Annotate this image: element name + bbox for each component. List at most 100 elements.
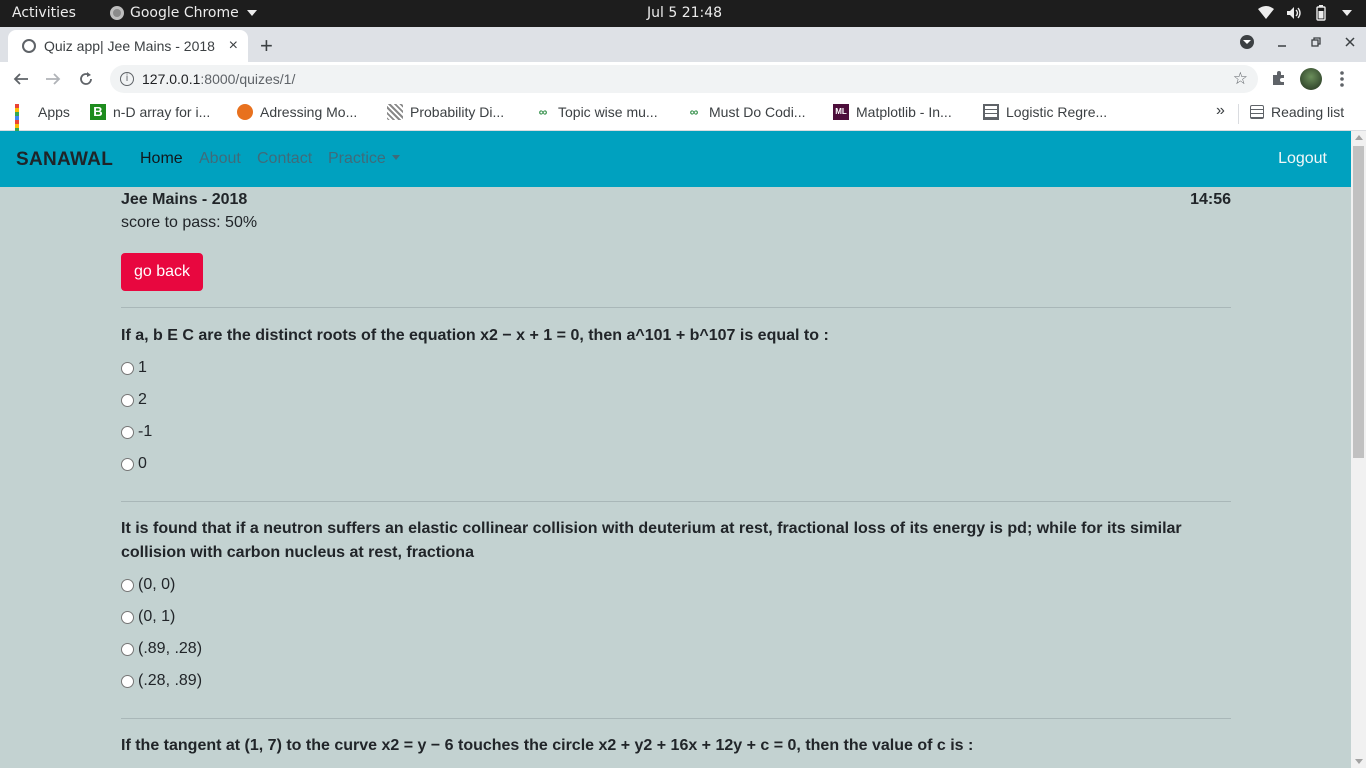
bookmark-star-icon[interactable]: ☆ (1233, 69, 1248, 89)
scroll-up-icon[interactable] (1355, 135, 1363, 140)
bookmark-logistic[interactable]: Logistic Regre... (983, 104, 1107, 120)
tab-title: Quiz app| Jee Mains - 2018 (44, 38, 215, 54)
nav-practice-dropdown[interactable]: Practice (328, 150, 400, 168)
bookmark-label: Adressing Mo... (260, 104, 358, 120)
quiz-header: Jee Mains - 2018 14:56 (121, 189, 1231, 213)
radio-button[interactable] (121, 425, 134, 439)
tab-search-icon[interactable] (1240, 35, 1254, 49)
radio-button[interactable] (121, 674, 134, 688)
url-host: 127.0.0.1 (142, 71, 201, 87)
question-block: If the tangent at (1, 7) to the curve x2… (121, 734, 1231, 758)
b-site-icon: B (90, 104, 106, 120)
reload-icon[interactable] (78, 71, 94, 87)
reading-list-icon (1250, 105, 1264, 119)
browser-toolbar: i 127.0.0.1:8000/quizes/1/ ☆ (0, 62, 1366, 96)
answer-option[interactable]: 2 (121, 384, 1231, 416)
option-label: 1 (138, 359, 147, 376)
gfg-icon: ∞ (689, 105, 699, 119)
bookmark-adressing[interactable]: Adressing Mo... (237, 104, 357, 120)
nav-contact[interactable]: Contact (257, 150, 312, 168)
reading-list-button[interactable]: Reading list (1250, 104, 1344, 120)
divider (121, 501, 1231, 502)
activities-button[interactable]: Activities (12, 5, 76, 21)
quiz-title: Jee Mains - 2018 (121, 191, 248, 208)
answer-option[interactable]: (.89, .28) (121, 633, 1231, 665)
question-text: If a, b E C are the distinct roots of th… (121, 327, 829, 344)
nav-about[interactable]: About (199, 150, 241, 168)
forward-arrow-icon[interactable] (45, 71, 61, 87)
answer-option[interactable]: 0 (121, 448, 1231, 480)
pass-score: score to pass: 50% (121, 214, 258, 231)
bookmark-matplotlib[interactable]: ML Matplotlib - In... (833, 104, 952, 120)
chevron-down-icon (1342, 10, 1352, 16)
option-label: -1 (138, 423, 153, 440)
battery-icon (1316, 5, 1326, 21)
answer-option[interactable]: -1 (121, 416, 1231, 448)
radio-button[interactable] (121, 457, 134, 471)
radio-button[interactable] (121, 578, 134, 592)
logistic-site-icon (983, 104, 999, 120)
site-info-icon[interactable]: i (120, 72, 134, 86)
restore-icon[interactable] (1310, 36, 1322, 48)
bookmarks-overflow-icon[interactable]: » (1216, 102, 1225, 120)
bookmark-label: Apps (38, 104, 70, 120)
bookmark-nd-array[interactable]: B n-D array for i... (90, 104, 210, 120)
bookmark-topic-wise[interactable]: ∞ Topic wise mu... (535, 104, 658, 120)
option-label: (.89, .28) (138, 640, 203, 657)
tab-strip: Quiz app| Jee Mains - 2018 × + (0, 27, 1366, 62)
answer-option[interactable]: (0, 1) (121, 601, 1231, 633)
system-menu[interactable] (1258, 5, 1352, 21)
globe-icon (22, 39, 36, 53)
new-tab-button[interactable]: + (260, 33, 273, 59)
go-back-button[interactable]: go back (121, 253, 203, 291)
bookmark-label: Logistic Regre... (1006, 104, 1108, 120)
extensions-puzzle-icon[interactable] (1271, 70, 1287, 86)
logout-link[interactable]: Logout (1278, 150, 1327, 168)
minimize-icon[interactable] (1276, 36, 1288, 48)
address-bar[interactable]: i 127.0.0.1:8000/quizes/1/ ☆ (110, 65, 1258, 93)
answer-option[interactable]: (.28, .89) (121, 665, 1231, 697)
apps-grid-icon (15, 104, 31, 140)
clock[interactable]: Jul 5 21:48 (647, 5, 722, 21)
divider (1238, 104, 1239, 124)
kebab-menu-icon[interactable] (1340, 71, 1344, 87)
bookmarks-bar: Apps B n-D array for i... Adressing Mo..… (0, 96, 1366, 140)
answer-option[interactable]: (0, 0) (121, 569, 1231, 601)
reading-list-label: Reading list (1271, 104, 1345, 120)
radio-button[interactable] (121, 393, 134, 407)
bookmark-label: Must Do Codi... (709, 104, 806, 120)
question-block: If a, b E C are the distinct roots of th… (121, 324, 1231, 480)
radio-button[interactable] (121, 361, 134, 375)
radio-button[interactable] (121, 642, 134, 656)
answer-option[interactable]: 1 (121, 352, 1231, 384)
close-tab-icon[interactable]: × (229, 37, 238, 55)
option-label: 0 (138, 455, 147, 472)
bookmark-label: n-D array for i... (113, 104, 211, 120)
back-arrow-icon[interactable] (13, 71, 29, 87)
adressing-site-icon (237, 104, 253, 120)
question-text: It is found that if a neutron suffers an… (121, 520, 1182, 561)
brand-logo[interactable]: SANAWAL (16, 149, 113, 171)
app-menu[interactable]: Google Chrome (110, 5, 257, 21)
nav-home[interactable]: Home (140, 150, 183, 168)
scroll-down-icon[interactable] (1355, 759, 1363, 764)
scrollbar-thumb[interactable] (1353, 146, 1364, 458)
bookmark-must-do[interactable]: ∞ Must Do Codi... (686, 104, 806, 120)
close-window-icon[interactable] (1344, 36, 1356, 48)
page-scrollbar[interactable] (1351, 131, 1366, 768)
caret-down-icon (391, 155, 400, 160)
question-text: If the tangent at (1, 7) to the curve x2… (121, 737, 974, 754)
url-path: :8000/quizes/1/ (200, 71, 296, 87)
gfg-icon: ∞ (538, 105, 548, 119)
option-label: (.28, .89) (138, 672, 203, 689)
window-controls (1240, 35, 1356, 49)
bookmark-probability[interactable]: Probability Di... (387, 104, 504, 120)
browser-tab[interactable]: Quiz app| Jee Mains - 2018 × (8, 30, 248, 62)
bookmark-apps[interactable]: Apps (15, 104, 70, 140)
profile-avatar[interactable] (1300, 68, 1322, 90)
radio-button[interactable] (121, 610, 134, 624)
option-label: (0, 0) (138, 576, 176, 593)
bookmark-label: Matplotlib - In... (856, 104, 952, 120)
option-label: 2 (138, 391, 147, 408)
ml-site-icon: ML (833, 104, 849, 120)
